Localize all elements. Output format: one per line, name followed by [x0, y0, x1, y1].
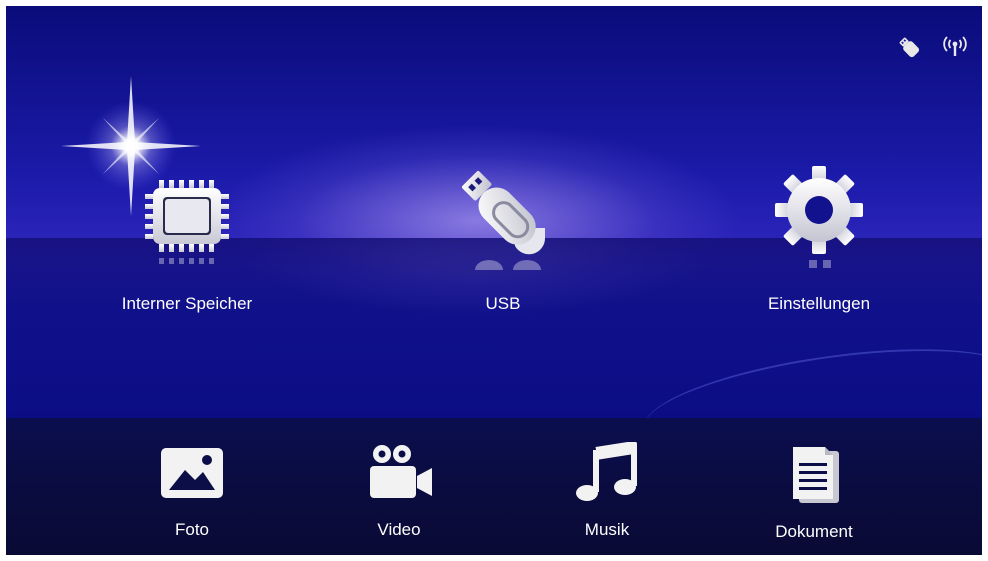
menu-item-label: Einstellungen [767, 294, 871, 313]
usb-stick-icon [899, 37, 920, 58]
music-note-icon [576, 442, 637, 501]
menu-item-label: USB [485, 294, 521, 313]
media-bar: Foto Video Musik Dokument [6, 418, 982, 555]
photo-icon [161, 448, 223, 498]
media-item-photo[interactable]: Foto [112, 442, 272, 552]
media-item-video[interactable]: Video [319, 442, 479, 552]
menu-item-usb[interactable]: USB [408, 166, 598, 326]
video-camera-icon [370, 445, 432, 498]
usb-drive-icon [461, 170, 546, 270]
media-item-document[interactable]: Dokument [734, 442, 894, 552]
media-item-label: Video [377, 520, 421, 539]
memory-chip-icon [145, 180, 229, 264]
menu-item-internal-storage[interactable]: Interner Speicher [92, 166, 282, 326]
media-item-label: Foto [174, 520, 210, 539]
menu-item-label: Interner Speicher [121, 294, 253, 313]
gear-icon [775, 166, 863, 268]
document-icon [793, 447, 839, 503]
media-item-label: Musik [584, 520, 630, 539]
wireless-icon [943, 36, 967, 56]
media-item-music[interactable]: Musik [527, 442, 687, 552]
projector-home-screen: Interner Speicher USB Einstellungen Foto… [6, 6, 982, 555]
menu-item-settings[interactable]: Einstellungen [724, 166, 914, 326]
media-item-label: Dokument [775, 522, 853, 541]
